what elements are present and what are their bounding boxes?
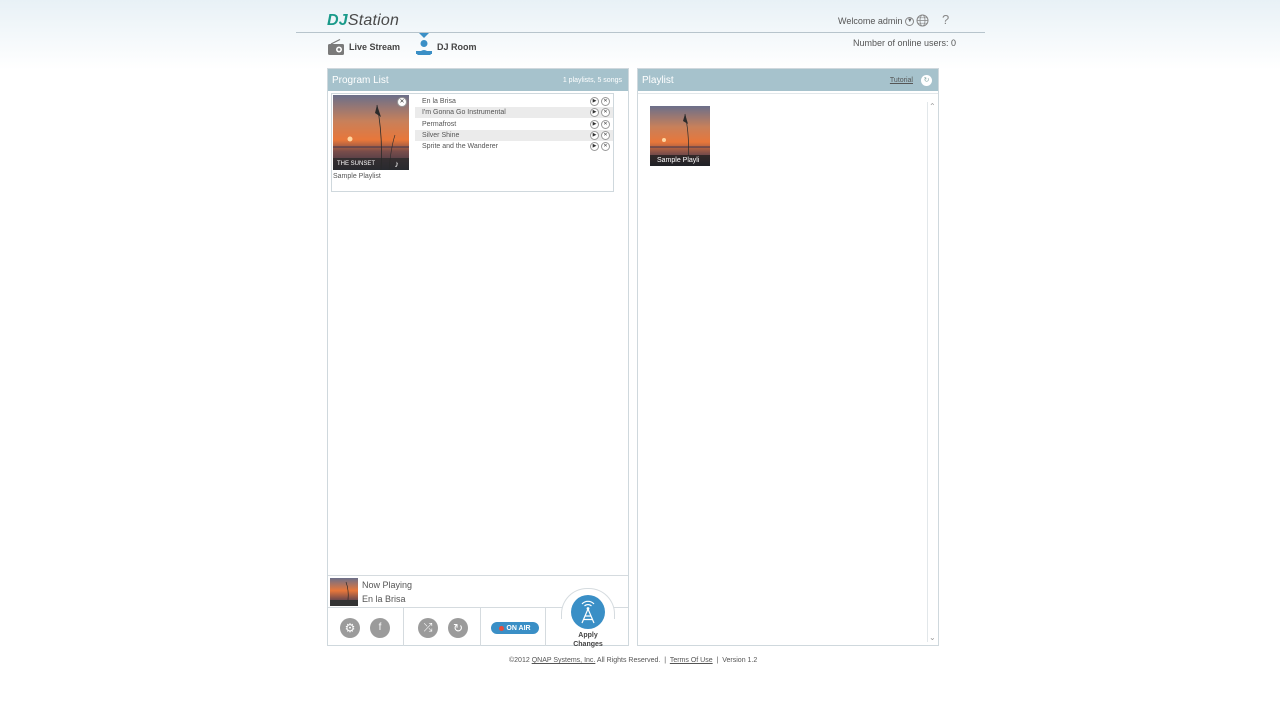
shuffle-icon[interactable]: ⤮: [418, 618, 438, 638]
terms-link[interactable]: Terms Of Use: [670, 657, 713, 664]
control-divider: [545, 608, 546, 646]
playlist-content: Sample Playli ⌃ ⌄: [638, 93, 938, 645]
repeat-icon[interactable]: ↻: [448, 618, 468, 638]
playlist-thumbnail[interactable]: Sample Playli: [650, 106, 710, 166]
cover-caption: THE SUNSET ♪: [333, 158, 409, 170]
now-playing-label: Now Playing: [362, 580, 413, 590]
remove-song-icon[interactable]: ✕: [601, 119, 610, 129]
facebook-icon[interactable]: f: [370, 618, 390, 638]
apply-changes-label[interactable]: Apply Changes: [563, 631, 613, 649]
now-playing-thumbnail: [330, 578, 358, 606]
song-row[interactable]: I'm Gonna Go Instrumental ▶ ✕: [415, 107, 613, 119]
song-row[interactable]: Sprite and the Wanderer ▶ ✕: [415, 141, 613, 152]
program-list-summary: 1 playlists, 5 songs: [562, 76, 622, 84]
playlist-title: Playlist: [642, 74, 674, 86]
play-icon[interactable]: ▶: [590, 142, 599, 152]
song-row[interactable]: Permafrost ▶ ✕: [415, 119, 613, 130]
on-air-toggle[interactable]: ON AIR: [491, 622, 539, 634]
control-divider: [480, 608, 481, 646]
company-link[interactable]: QNAP Systems, Inc.: [532, 657, 596, 664]
control-divider: [403, 608, 404, 646]
footer-copyright: ©2012: [509, 657, 530, 664]
playlist-name: Sample Playlist: [333, 173, 381, 180]
song-title: En la Brisa: [422, 98, 456, 105]
online-users-count: Number of online users: 0: [853, 38, 957, 48]
tutorial-link[interactable]: Tutorial: [890, 77, 913, 84]
logo-station: Station: [347, 12, 400, 29]
program-list-title: Program List: [332, 74, 389, 86]
playlist-scrollbar[interactable]: ⌃ ⌄: [927, 102, 938, 642]
app-logo: DJStation: [327, 12, 399, 30]
scroll-down-icon[interactable]: ⌄: [929, 633, 936, 642]
footer: ©2012 QNAP Systems, Inc. All Rights Rese…: [509, 657, 758, 664]
song-title: Permafrost: [422, 120, 457, 128]
top-band: [0, 0, 1280, 70]
song-title: Silver Shine: [422, 131, 460, 139]
play-icon[interactable]: ▶: [590, 108, 599, 118]
on-air-label: ON AIR: [506, 624, 531, 632]
radio-icon: [328, 39, 344, 55]
apply-changes-button[interactable]: [571, 595, 605, 629]
remove-song-icon[interactable]: ✕: [601, 108, 610, 118]
program-list-panel: Program List 1 playlists, 5 songs THE SU…: [327, 68, 629, 649]
remove-playlist-icon[interactable]: ✕: [397, 97, 407, 107]
welcome-text: Welcome admin: [838, 16, 903, 26]
user-menu[interactable]: Welcome admin ▼: [838, 16, 915, 26]
on-air-dot-icon: [499, 625, 505, 631]
control-bar: ⚙ f ⤮ ↻ ON AIR Apply Changes: [328, 588, 628, 649]
play-icon[interactable]: ▶: [590, 97, 599, 106]
playlist-card[interactable]: THE SUNSET ♪ ✕ Sample Playlist En la Bri…: [331, 93, 614, 192]
music-note-icon: ♪: [394, 159, 400, 169]
song-row[interactable]: En la Brisa ▶ ✕: [415, 96, 613, 107]
playlist-cover[interactable]: THE SUNSET ♪ ✕: [333, 95, 409, 170]
tab-dj-room-label: DJ Room: [437, 42, 477, 52]
playlist-header: Playlist Tutorial ↻: [638, 69, 938, 91]
help-icon[interactable]: ?: [942, 12, 949, 27]
chevron-down-icon[interactable]: ▼: [905, 16, 915, 26]
playlist-thumbnail-caption: Sample Playli: [650, 155, 710, 166]
tab-live-stream-label: Live Stream: [349, 42, 401, 52]
remove-song-icon[interactable]: ✕: [601, 97, 610, 106]
sunset-thumbnail-image: [330, 578, 358, 606]
footer-version: Version 1.2: [722, 657, 758, 664]
broadcast-tower-icon: [581, 600, 595, 624]
tab-dj-room[interactable]: DJ Room: [415, 39, 477, 55]
play-icon[interactable]: ▶: [590, 130, 599, 140]
logo-dj: DJ: [327, 12, 348, 29]
dj-person-icon: [416, 40, 432, 55]
now-playing-song: En la Brisa: [362, 594, 406, 604]
song-list: En la Brisa ▶ ✕ I'm Gonna Go Instrumental…: [415, 96, 613, 152]
remove-song-icon[interactable]: ✕: [601, 142, 610, 152]
play-icon[interactable]: ▶: [590, 119, 599, 129]
song-row[interactable]: Silver Shine ▶ ✕: [415, 129, 613, 141]
song-title: I'm Gonna Go Instrumental: [422, 109, 506, 117]
refresh-icon[interactable]: ↻: [921, 74, 932, 86]
settings-gear-icon[interactable]: ⚙: [340, 618, 360, 638]
active-tab-indicator: [419, 33, 429, 38]
language-globe-icon[interactable]: [916, 14, 929, 27]
playlist-panel: Playlist Tutorial ↻ Sample Playli ⌃ ⌄: [637, 68, 939, 646]
tab-live-stream[interactable]: Live Stream: [327, 39, 400, 55]
cover-caption-text: THE SUNSET: [337, 161, 376, 167]
song-title: Sprite and the Wanderer: [422, 143, 499, 151]
scroll-up-icon[interactable]: ⌃: [929, 102, 936, 111]
program-list-header: Program List 1 playlists, 5 songs: [328, 69, 628, 91]
header-divider: [296, 32, 985, 33]
footer-rights: All Rights Reserved.: [596, 657, 661, 664]
remove-song-icon[interactable]: ✕: [601, 130, 610, 140]
